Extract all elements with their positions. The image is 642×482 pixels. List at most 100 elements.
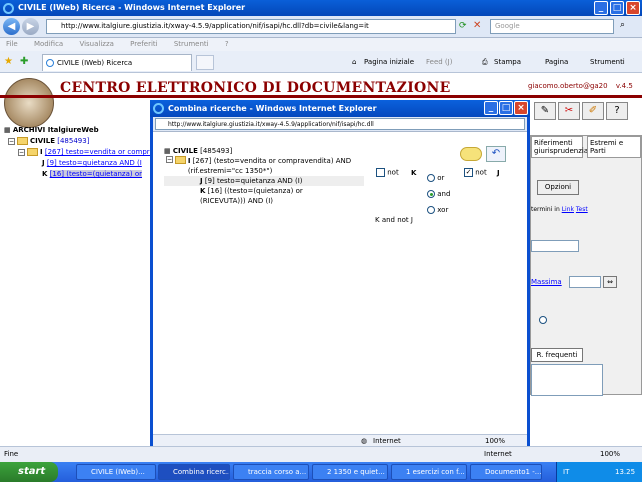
taskbar-item-traccia[interactable]: traccia corso a... [233,464,309,480]
op-xor-radio[interactable] [427,206,435,214]
home-icon[interactable]: ⌂ [352,58,356,66]
popup-tree: ▦ CIVILE [485493] − I [267] (testo=vendit… [164,146,364,206]
favorites-star-icon[interactable]: ★ [4,56,13,67]
add-favorites-icon[interactable]: ✚ [20,56,28,67]
version: v.4.5 [615,82,633,90]
popup-item-j[interactable]: J [9] testo=quietanza AND (I) [164,176,364,186]
link-option[interactable]: Link [562,206,574,213]
notes-textarea[interactable] [531,364,603,396]
status-zoom[interactable]: 100% [600,447,620,462]
folder-icon [17,137,28,145]
menu-modifica[interactable]: Modifica [34,40,63,48]
eraser-icon[interactable]: ✐ [582,102,604,120]
forward-button[interactable]: ▶ [22,18,39,35]
back-button[interactable]: ◀ [3,18,20,35]
refresh-icon[interactable]: ⟳ [459,21,467,31]
massima-link[interactable]: Massima [531,278,562,286]
opzioni-button[interactable]: Opzioni [537,180,579,195]
folder-icon [175,156,186,164]
op-or[interactable]: or [427,170,450,186]
archive-icon: ▦ [164,147,171,155]
tree-root-icon: ▦ [4,126,11,134]
new-tab-button[interactable] [196,55,214,70]
menu-visualizza[interactable]: Visualizza [79,40,113,48]
taskbar-item-civile[interactable]: CIVILE (IWeb)... [76,464,156,480]
not-right-checkbox[interactable]: ✓ [464,168,473,177]
url-input[interactable]: http://www.italgiure.giustizia.it/xway-4… [46,19,456,34]
massima-input[interactable] [569,276,601,288]
tool-icon-1[interactable]: ✎ [534,102,556,120]
tree-archive[interactable]: − CIVILE [485493] [4,136,154,147]
not-right-label: not [475,168,487,177]
print-button[interactable]: Stampa [494,58,521,66]
undo-icon[interactable]: ↶ [486,146,506,162]
collapse-icon[interactable]: − [18,148,25,156]
popup-titlebar: Combina ricerche - Windows Internet Expl… [150,100,530,117]
collapse-icon[interactable]: − [166,156,173,163]
tools-button[interactable]: Strumenti [590,58,625,66]
popup-item-i[interactable]: − I [267] (testo=vendita or compravendita… [164,156,364,176]
tab-bar: ★ ✚ CIVILE (IWeb) Ricerca ⌂ Pagina inizi… [0,51,642,73]
folder-icon [27,148,38,156]
op-and-radio[interactable] [427,190,435,198]
address-bar: ◀ ▶ http://www.italgiure.giustizia.it/xw… [0,16,642,38]
search-icon[interactable]: ⌕ [620,20,625,30]
collapse-icon[interactable]: − [8,137,15,145]
stop-icon[interactable]: ✕ [473,20,481,31]
taskbar-item-combina[interactable]: Combina ricerc... [158,464,230,480]
left-operand: K [410,168,417,177]
system-tray: IT 13.25 [556,462,642,482]
window-titlebar: CIVILE (IWeb) Ricerca - Windows Internet… [0,0,642,16]
taskbar-item-esercizi[interactable]: 1 esercizi con f... [391,464,467,480]
ie-icon [3,3,14,14]
user-info: giacomo.oberto@ga20 v.4.5 [528,82,633,90]
frequenti-button[interactable]: R. frequenti [531,348,583,362]
search-input[interactable]: Google [490,19,614,34]
seal-logo [4,78,54,128]
tree-item-k[interactable]: K [16] (testo=(quietanza) or [4,169,154,180]
clock: 13.25 [615,468,636,476]
popup-maximize-button[interactable]: □ [499,101,513,115]
popup-item-k[interactable]: K [16] ((testo=(quietanza) or (RICEVUTA)… [164,186,349,206]
not-right: ✓ not J [464,168,500,177]
minimize-button[interactable]: _ [594,1,608,15]
right-panel: Riferimenti giurisprudenziali Estremi e … [530,135,642,396]
maximize-button[interactable]: □ [610,1,624,15]
help-icon[interactable]: ? [606,102,628,120]
page-button[interactable]: Pagina [545,58,568,66]
home-button[interactable]: Pagina iniziale [364,58,414,66]
tab-riferimenti[interactable]: Riferimenti giurisprudenziali [531,136,592,158]
op-and[interactable]: and [427,186,450,202]
menu-strumenti[interactable]: Strumenti [174,40,209,48]
menu-file[interactable]: File [6,40,18,48]
taskbar-item-documento[interactable]: Documento1 -... [470,464,542,480]
tab-civile[interactable]: CIVILE (IWeb) Ricerca [42,54,192,71]
menu-preferiti[interactable]: Preferiti [130,40,157,48]
option-radio[interactable] [539,315,547,324]
scissors-icon[interactable]: ✂ [558,102,580,120]
start-button[interactable]: start [0,462,58,482]
tab-estremi[interactable]: Estremi e Parti [587,136,641,158]
archive-tree: ▦ ARCHIVI ItalgiureWeb − CIVILE [485493] … [4,125,154,180]
popup-ie-icon [153,103,164,114]
popup-minimize-button[interactable]: _ [484,101,498,115]
not-left-checkbox[interactable] [376,168,385,177]
feed-button[interactable]: Feed (J) [426,58,452,66]
tab-label: CIVILE (IWeb) Ricerca [57,59,133,67]
tree-item-j[interactable]: J [9] testo=quietanza AND (I [4,158,154,169]
right-operand: J [496,168,500,177]
test-option[interactable]: Test [576,206,588,213]
taskbar-item-1350[interactable]: 2 1350 e quiet... [312,464,388,480]
menu-help[interactable]: ? [225,40,229,48]
op-or-radio[interactable] [427,174,435,182]
tree-item-i[interactable]: − I [267] testo=vendita or compra [4,147,154,158]
text-input[interactable] [531,240,579,252]
close-button[interactable]: × [626,1,640,15]
arrows-button[interactable]: ⇔ [603,276,617,288]
popup-close-button[interactable]: × [514,101,528,115]
popup-title: Combina ricerche - Windows Internet Expl… [168,104,377,113]
combine-button[interactable] [460,147,482,161]
print-icon[interactable]: ⎙ [482,58,488,67]
lang-indicator[interactable]: IT [563,468,569,476]
op-xor[interactable]: xor [427,202,450,218]
